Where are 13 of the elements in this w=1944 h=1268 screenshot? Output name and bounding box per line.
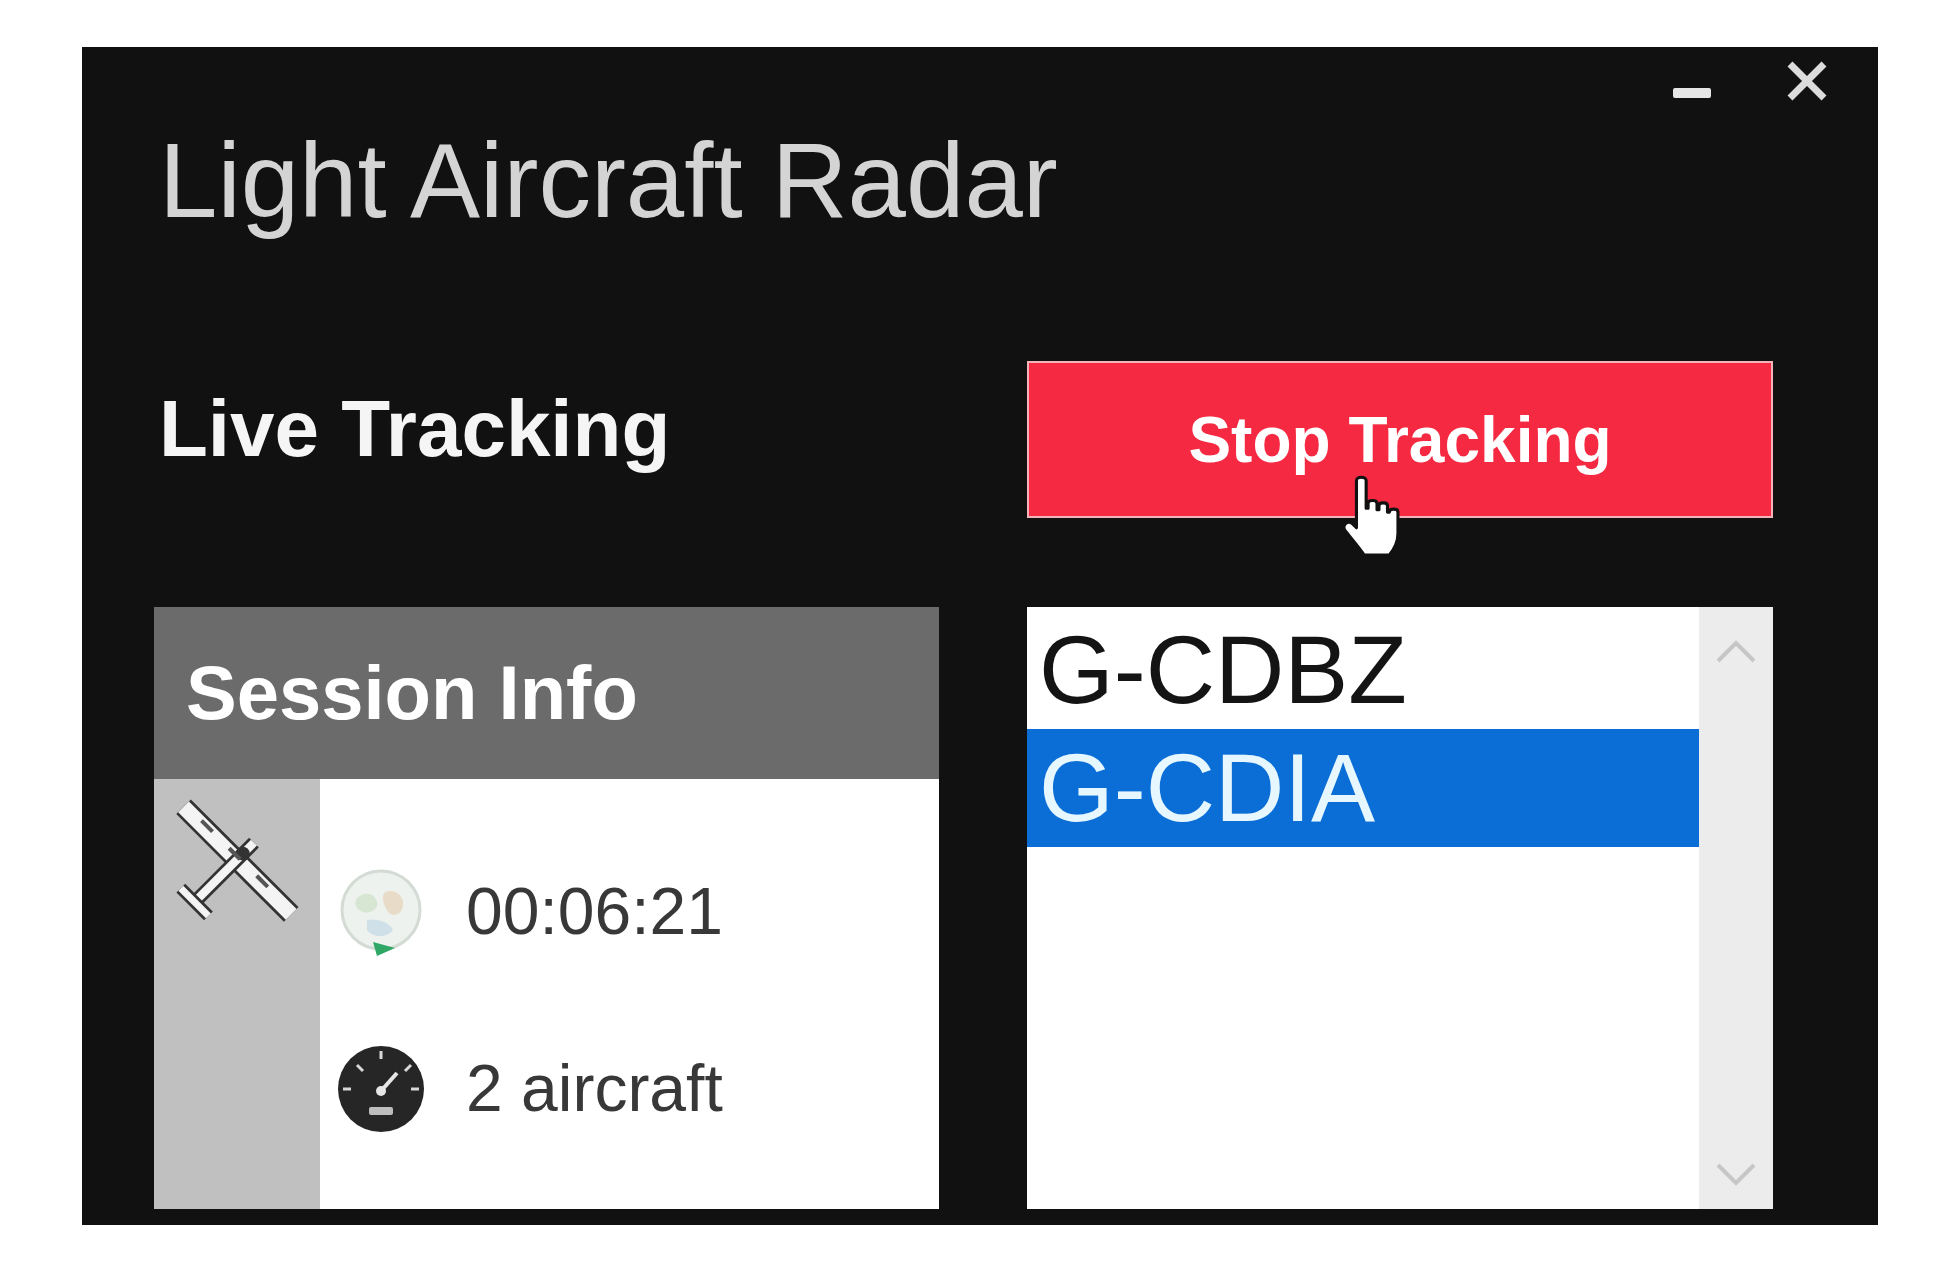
- minimize-icon[interactable]: [1673, 88, 1711, 98]
- scroll-down-icon[interactable]: [1715, 1163, 1757, 1187]
- stop-tracking-button[interactable]: Stop Tracking: [1027, 361, 1773, 518]
- elapsed-time: 00:06:21: [466, 873, 723, 951]
- gauge-icon: [337, 1045, 425, 1133]
- window-title: Light Aircraft Radar: [159, 121, 1058, 241]
- panel-title: Session Info: [186, 649, 638, 738]
- scroll-up-icon[interactable]: [1715, 639, 1757, 663]
- aircraft-count: 2 aircraft: [466, 1050, 723, 1128]
- section-heading: Live Tracking: [159, 383, 671, 475]
- scrollbar[interactable]: [1699, 607, 1773, 1209]
- list-item[interactable]: G-CDIA: [1027, 729, 1699, 847]
- close-icon[interactable]: [1785, 60, 1829, 102]
